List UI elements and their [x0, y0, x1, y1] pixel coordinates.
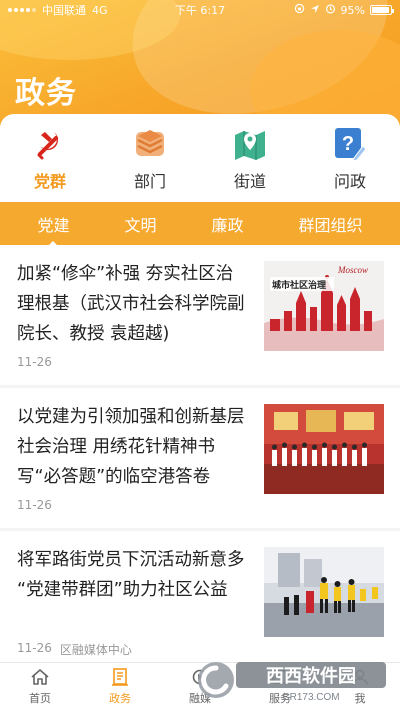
nav-label: 融媒 [189, 692, 211, 705]
tab-party-building[interactable]: 党建 [31, 212, 75, 236]
nav-label: 我 [354, 692, 366, 705]
article-date: 11-26 [17, 355, 52, 369]
category-inquiry[interactable]: ? 问政 [300, 114, 400, 202]
carrier-name: 中国联通 [42, 4, 86, 17]
nav-label: 政务 [109, 692, 131, 705]
article-item[interactable]: 将军路街党员下沉活动新意多 “党建带群团”助力社区公益 11-26 区融媒体中心 [0, 531, 400, 662]
network-type: 4G [92, 3, 108, 17]
tab-mass-organizations[interactable]: 群团组织 [292, 212, 368, 236]
article-source: 区融媒体中心 [59, 643, 132, 657]
thumbnail-script-text: Moscow [337, 265, 368, 275]
article-title: 将军路街党员下沉活动新意多 “党建带群团”助力社区公益 [17, 550, 245, 600]
category-label: 问政 [333, 172, 366, 191]
battery-icon [370, 5, 394, 15]
tab-civilization[interactable]: 文明 [118, 212, 162, 236]
thumbnail-caption: 城市社区治理 [272, 279, 326, 291]
battery-percent: 95% [340, 3, 365, 17]
bottom-nav: 首页 政务 融媒 服务 我 [0, 662, 400, 710]
category-party[interactable]: 党群 [0, 114, 100, 202]
category-department[interactable]: 部门 [100, 114, 200, 202]
article-title: 加紧“修伞”补强 夯实社区治理根基（武汉市社会科学院副院长、教授 袁超越) [17, 264, 245, 344]
signal-icon [8, 8, 36, 12]
question-edit-icon: ? [332, 126, 368, 162]
article-date: 11-26 [17, 641, 52, 655]
nav-media[interactable]: 融媒 [160, 663, 240, 710]
article-item[interactable]: 加紧“修伞”补强 夯实社区治理根基（武汉市社会科学院副院长、教授 袁超越) 11… [0, 245, 400, 385]
article-item[interactable]: 以党建为引领加强和创新基层社会治理 用绣花针精神书写“必答题”的临空港答卷 11… [0, 388, 400, 528]
map-pin-icon [232, 126, 268, 162]
article-thumbnail [264, 547, 384, 637]
media-icon [189, 667, 211, 687]
article-thumbnail: Moscow 城市社区治理 [264, 261, 384, 351]
tab-integrity[interactable]: 廉政 [205, 212, 249, 236]
svg-text:?: ? [342, 133, 354, 155]
document-icon [109, 667, 131, 687]
article-title: 以党建为引领加强和创新基层社会治理 用绣花针精神书写“必答题”的临空港答卷 [17, 407, 245, 487]
article-date: 11-26 [17, 498, 52, 512]
nav-label: 服务 [269, 692, 291, 705]
nav-government[interactable]: 政务 [80, 663, 160, 710]
location-icon [310, 4, 320, 17]
category-label: 街道 [233, 172, 266, 191]
status-time: 下午 6:17 [174, 4, 226, 17]
category-label: 党群 [33, 172, 66, 191]
status-bar: 中国联通 4G 下午 6:17 95% [0, 0, 400, 20]
nav-service[interactable]: 服务 [240, 663, 320, 710]
nav-label: 首页 [29, 692, 51, 705]
nav-home[interactable]: 首页 [0, 663, 80, 710]
page-title: 政务 [15, 76, 77, 111]
party-emblem-icon [32, 126, 68, 162]
category-card: 党群 部门 街道 ? 问政 [0, 114, 400, 202]
alarm-icon [325, 3, 336, 17]
nav-me[interactable]: 我 [320, 663, 400, 710]
category-street[interactable]: 街道 [200, 114, 300, 202]
article-list: 加紧“修伞”补强 夯实社区治理根基（武汉市社会科学院副院长、教授 袁超越) 11… [0, 245, 400, 662]
sub-tab-bar: 党建 文明 廉政 群团组织 [0, 202, 400, 245]
service-icon [269, 667, 291, 687]
category-label: 部门 [133, 172, 166, 191]
article-thumbnail [264, 404, 384, 494]
user-icon [349, 667, 371, 687]
stack-layers-icon [132, 126, 168, 162]
home-icon [29, 667, 51, 687]
lock-rotation-icon [294, 3, 305, 17]
